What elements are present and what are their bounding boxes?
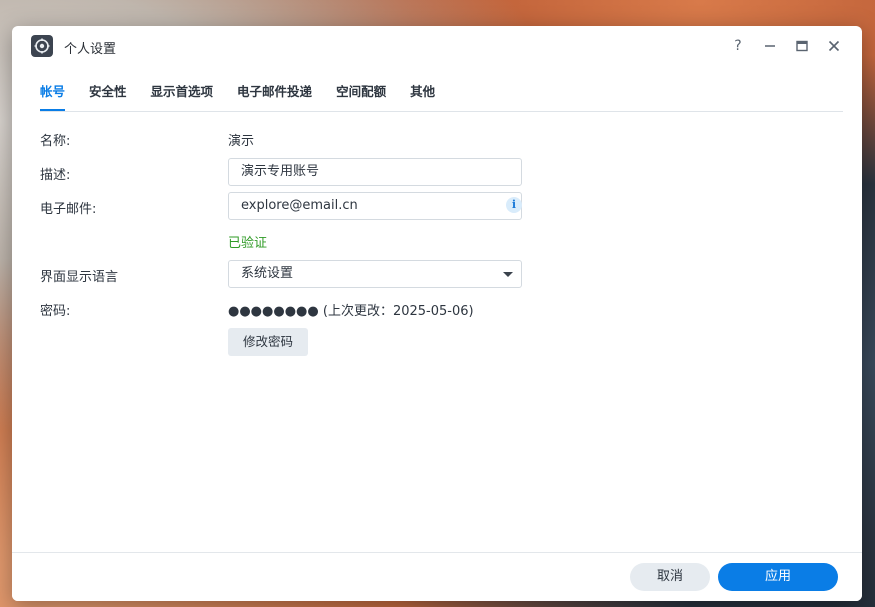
- email-verified-status: 已验证: [228, 236, 268, 251]
- personal-settings-window: 个人设置 ? 帐号 安全性 显示首选项 电子邮件投递 空间配额 其他 名称: 演…: [12, 26, 862, 601]
- minimize-icon[interactable]: [756, 34, 784, 58]
- language-select[interactable]: 系统设置: [228, 260, 522, 288]
- tab-others[interactable]: 其他: [398, 82, 447, 110]
- settings-tabs: 帐号 安全性 显示首选项 电子邮件投递 空间配额 其他: [40, 82, 843, 112]
- tab-account[interactable]: 帐号: [40, 82, 77, 111]
- password-label: 密码:: [40, 304, 71, 319]
- info-icon[interactable]: i: [506, 197, 522, 213]
- password-value: ●●●●●●●● (上次更改：2025-05-06): [228, 304, 474, 319]
- apply-button[interactable]: 应用: [718, 563, 838, 591]
- maximize-icon[interactable]: [788, 34, 816, 58]
- close-icon[interactable]: [820, 34, 848, 58]
- change-password-button[interactable]: 修改密码: [228, 328, 308, 356]
- language-select-value: 系统设置: [241, 266, 294, 281]
- tab-email-delivery[interactable]: 电子邮件投递: [225, 82, 324, 110]
- email-label: 电子邮件:: [40, 202, 97, 217]
- tab-quota[interactable]: 空间配额: [324, 82, 398, 110]
- window-title: 个人设置: [64, 42, 117, 57]
- description-label: 描述:: [40, 168, 71, 183]
- description-field[interactable]: 演示专用账号: [228, 158, 522, 186]
- control-panel-icon: [31, 35, 53, 57]
- tab-display-preferences[interactable]: 显示首选项: [139, 82, 226, 110]
- tab-security[interactable]: 安全性: [77, 82, 139, 110]
- name-value: 演示: [228, 134, 255, 149]
- window-controls: ?: [724, 34, 848, 58]
- titlebar: 个人设置 ?: [12, 26, 862, 66]
- language-label: 界面显示语言: [40, 270, 119, 285]
- dialog-footer: 取消 应用: [12, 552, 862, 601]
- cancel-button[interactable]: 取消: [630, 563, 710, 591]
- name-label: 名称:: [40, 134, 71, 149]
- help-icon[interactable]: ?: [724, 34, 752, 58]
- chevron-down-icon: [503, 272, 513, 277]
- email-field[interactable]: explore@email.cn: [228, 192, 522, 220]
